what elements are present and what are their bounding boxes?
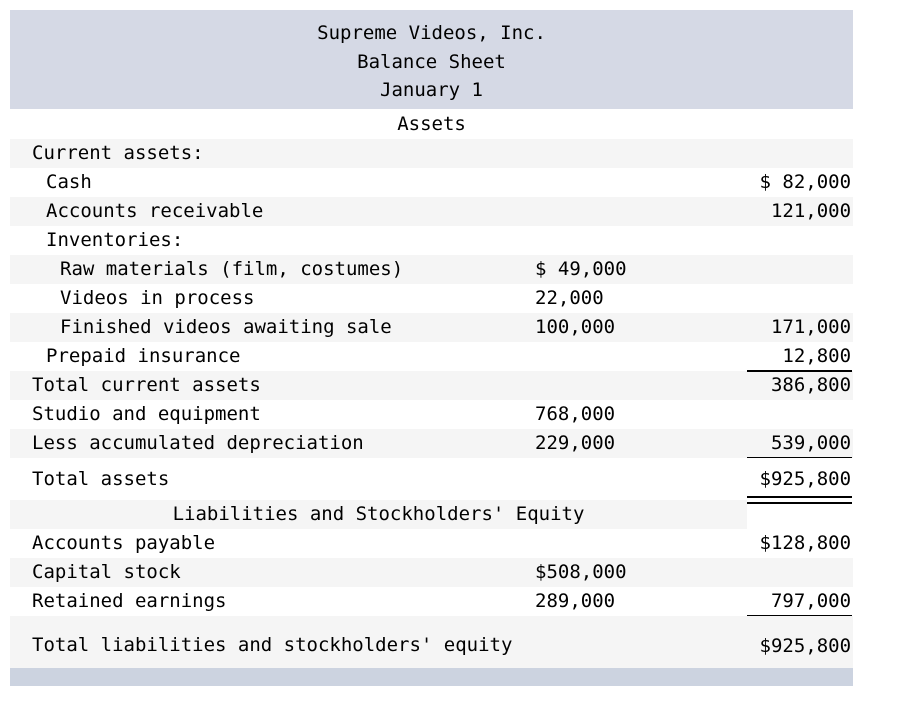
assets-section-heading-row: Assets xyxy=(10,109,854,139)
prepaid-insurance-label: Prepaid insurance xyxy=(10,342,535,371)
total-current-assets-value: 386,800 xyxy=(747,371,854,400)
title-company-row: Supreme Videos, Inc. xyxy=(10,10,854,48)
finished-videos-value: 100,000 xyxy=(535,313,747,342)
total-assets-value: $925,800 xyxy=(747,458,854,504)
current-assets-col2 xyxy=(747,139,854,168)
net-studio-equipment-value: 539,000 xyxy=(747,429,854,459)
videos-in-process-value: 22,000 xyxy=(535,284,747,313)
row-total-current-assets: Total current assets 386,800 xyxy=(10,371,854,400)
footer-band xyxy=(10,668,853,686)
total-current-assets-label: Total current assets xyxy=(10,371,535,400)
accumulated-depreciation-label: Less accumulated depreciation xyxy=(10,429,535,458)
studio-equipment-label: Studio and equipment xyxy=(10,400,535,429)
liabilities-heading: Liabilities and Stockholders' Equity xyxy=(10,500,747,529)
cash-col1 xyxy=(535,168,747,197)
current-assets-heading: Current assets: xyxy=(10,139,535,168)
row-current-assets-heading: Current assets: xyxy=(10,139,854,168)
prepaid-insurance-value: 12,800 xyxy=(747,342,854,372)
retained-earnings-label: Retained earnings xyxy=(10,587,535,616)
row-cash: Cash $ 82,000 xyxy=(10,168,854,197)
capital-stock-label: Capital stock xyxy=(10,558,535,587)
row-prepaid-insurance: Prepaid insurance 12,800 xyxy=(10,342,854,372)
accumulated-depreciation-value: 229,000 xyxy=(535,429,747,458)
row-liabilities-section-heading: Liabilities and Stockholders' Equity xyxy=(10,500,854,529)
current-assets-col1 xyxy=(535,139,747,168)
videos-in-process-label: Videos in process xyxy=(10,284,535,313)
row-inventories-heading: Inventories: xyxy=(10,226,854,255)
cash-label: Cash xyxy=(10,168,535,197)
prepaid-insurance-col1 xyxy=(535,342,747,371)
row-retained-earnings: Retained earnings 289,000 797,000 xyxy=(10,587,854,617)
total-current-assets-col1 xyxy=(535,371,747,400)
balance-sheet: Supreme Videos, Inc. Balance Sheet Janua… xyxy=(10,10,854,680)
raw-materials-col2 xyxy=(747,255,854,284)
inventories-col1 xyxy=(535,226,747,255)
accounts-payable-col1 xyxy=(535,529,747,558)
row-accounts-receivable: Accounts receivable 121,000 xyxy=(10,197,854,226)
row-accumulated-depreciation: Less accumulated depreciation 229,000 53… xyxy=(10,429,854,459)
total-assets-col1 xyxy=(535,458,747,500)
title-date-row: January 1 xyxy=(10,76,854,109)
row-total-liabilities-equity: Total liabilities and stockholders' equi… xyxy=(10,616,854,680)
liabilities-heading-col2 xyxy=(747,500,854,529)
row-capital-stock: Capital stock $508,000 xyxy=(10,558,854,587)
row-accounts-payable: Accounts payable $128,800 xyxy=(10,529,854,558)
total-equity-value: 797,000 xyxy=(747,587,854,617)
cash-value: $ 82,000 xyxy=(747,168,854,197)
statement-title: Balance Sheet xyxy=(10,48,854,76)
balance-sheet-table: Supreme Videos, Inc. Balance Sheet Janua… xyxy=(10,10,854,680)
capital-stock-value: $508,000 xyxy=(535,558,747,587)
raw-materials-label: Raw materials (film, costumes) xyxy=(10,255,535,284)
inventories-col2 xyxy=(747,226,854,255)
accounts-receivable-col1 xyxy=(535,197,747,226)
total-liabilities-equity-label: Total liabilities and stockholders' equi… xyxy=(10,616,535,676)
total-assets-label: Total assets xyxy=(10,458,535,500)
title-statement-row: Balance Sheet xyxy=(10,48,854,76)
inventories-heading: Inventories: xyxy=(10,226,535,255)
accounts-payable-label: Accounts payable xyxy=(10,529,535,558)
row-studio-equipment: Studio and equipment 768,000 xyxy=(10,400,854,429)
accounts-receivable-value: 121,000 xyxy=(747,197,854,226)
inventories-total-value: 171,000 xyxy=(747,313,854,342)
videos-in-process-col2 xyxy=(747,284,854,313)
row-videos-in-process: Videos in process 22,000 xyxy=(10,284,854,313)
retained-earnings-value: 289,000 xyxy=(535,587,747,616)
raw-materials-value: $ 49,000 xyxy=(535,255,747,284)
finished-videos-label: Finished videos awaiting sale xyxy=(10,313,535,342)
assets-heading: Assets xyxy=(10,109,854,139)
total-liabilities-equity-col1 xyxy=(535,616,747,676)
statement-date: January 1 xyxy=(10,76,854,109)
studio-equipment-value: 768,000 xyxy=(535,400,747,429)
row-finished-videos: Finished videos awaiting sale 100,000 17… xyxy=(10,313,854,342)
row-raw-materials: Raw materials (film, costumes) $ 49,000 xyxy=(10,255,854,284)
total-liabilities-equity-value: $925,800 xyxy=(747,616,854,680)
capital-stock-col2 xyxy=(747,558,854,587)
accounts-receivable-label: Accounts receivable xyxy=(10,197,535,226)
accounts-payable-value: $128,800 xyxy=(747,529,854,558)
row-total-assets: Total assets $925,800 xyxy=(10,458,854,504)
company-name: Supreme Videos, Inc. xyxy=(10,10,854,48)
studio-equipment-col2 xyxy=(747,400,854,429)
